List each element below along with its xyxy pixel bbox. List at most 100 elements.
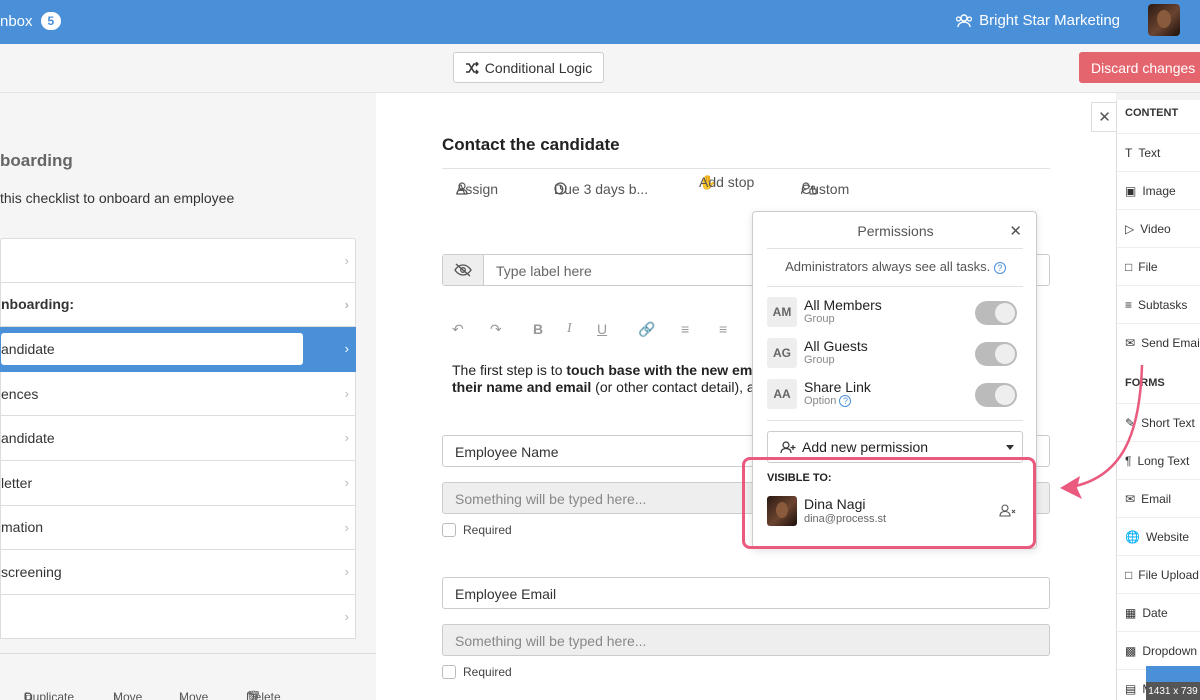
task-item-selected[interactable]: andidate › (0, 327, 356, 372)
chevron-right-icon: › (344, 253, 349, 268)
checkbox[interactable] (442, 523, 456, 537)
dimensions-overlay: 1431 x 739 (1146, 666, 1200, 700)
divider (767, 420, 1023, 421)
checklist-title: boarding (0, 151, 73, 170)
widget-label: Send Email (1141, 335, 1200, 350)
initials-avatar: AM (767, 297, 797, 327)
shuffle-icon (465, 61, 479, 74)
permission-row: AM All Members Group (767, 297, 1023, 329)
widget-date[interactable]: ▦ Date (1117, 593, 1200, 631)
task-item[interactable]: screening › (0, 550, 356, 595)
caret-down-icon (1006, 445, 1014, 450)
user-avatar[interactable] (1148, 4, 1180, 36)
task-item[interactable]: › (0, 594, 356, 640)
permission-row: AA Share Link Option ? (767, 379, 1023, 411)
checkbox[interactable] (442, 665, 456, 679)
image-icon: ▣ (1125, 183, 1137, 198)
widget-send-email[interactable]: ✉ Send Email (1117, 323, 1200, 361)
employee-email-label-field[interactable]: Employee Email (442, 577, 1050, 609)
widget-file-upload[interactable]: □ File Upload (1117, 555, 1200, 593)
widget-video[interactable]: ▷ Video (1117, 209, 1200, 247)
widget-file[interactable]: □ File (1117, 247, 1200, 285)
highlight-annotation (742, 457, 1036, 549)
desc-bold-text: touch base with the new emp (566, 362, 761, 378)
list-icon: ≡ (1125, 297, 1133, 312)
chevron-right-icon: › (344, 474, 349, 490)
underline-icon[interactable]: U (597, 321, 607, 337)
help-icon[interactable]: ? (993, 261, 1006, 274)
permission-toggle[interactable] (975, 383, 1017, 407)
widget-image[interactable]: ▣ Image (1117, 171, 1200, 209)
discard-changes-button[interactable]: Discard changes (1079, 52, 1200, 83)
task-name-input[interactable]: andidate (1, 333, 303, 366)
numbered-list-icon[interactable]: ≡ (719, 321, 727, 337)
checklist-panel: boarding this checklist to onboard an em… (0, 93, 376, 700)
task-item[interactable]: letter › (0, 460, 356, 506)
permission-row: AG All Guests Group (767, 338, 1023, 370)
permission-toggle[interactable] (975, 342, 1017, 366)
top-bar: nbox 5 Bright Star Marketing (0, 0, 1200, 44)
note-text: Administrators always see all tasks. (785, 259, 991, 274)
widget-label: File Upload (1138, 567, 1199, 582)
desc-text: The first step is to (452, 362, 567, 378)
close-icon[interactable]: ✕ (1009, 222, 1022, 240)
permission-toggle[interactable] (975, 301, 1017, 325)
redo-icon[interactable]: ↷ (490, 321, 502, 338)
task-description[interactable]: The first step is to touch base with the… (452, 362, 761, 396)
inbox-count-badge: 5 (40, 12, 62, 30)
widget-subtasks[interactable]: ≡ Subtasks (1117, 285, 1200, 323)
chevron-right-icon: › (344, 296, 349, 312)
task-label: ences (1, 385, 39, 402)
calendar-icon: ▦ (1125, 605, 1137, 620)
divider (442, 168, 1050, 169)
task-item[interactable]: mation › (0, 505, 356, 551)
italic-icon[interactable]: I (567, 321, 572, 337)
bold-icon[interactable]: B (533, 321, 543, 337)
label-placeholder: Type label here (496, 263, 592, 279)
widget-label: Video (1140, 221, 1171, 236)
custom-permissions-button[interactable]: Custom (801, 181, 849, 197)
task-label: letter (1, 474, 33, 491)
users-icon (956, 13, 973, 27)
undo-icon[interactable]: ↶ (452, 321, 464, 338)
widget-label: Text (1138, 145, 1161, 160)
chevron-right-icon: › (344, 519, 349, 535)
due-date-label: Due 3 days b... (554, 180, 649, 197)
task-item[interactable]: › (0, 238, 356, 283)
editor-toolbar: Conditional Logic Discard changes (0, 44, 1200, 93)
task-title[interactable]: Contact the candidate (442, 135, 620, 155)
move-up-label: Move (113, 690, 143, 700)
close-icon[interactable]: ✕ (1091, 102, 1117, 132)
required-label: Required (463, 523, 512, 537)
bullet-list-icon[interactable]: ≡ (681, 321, 689, 337)
eye-slash-icon[interactable] (443, 255, 484, 285)
company-switcher[interactable]: Bright Star Marketing (955, 12, 1120, 29)
conditional-logic-button[interactable]: Conditional Logic (453, 52, 604, 83)
task-label: mation (1, 519, 44, 536)
employee-email-placeholder-field[interactable]: Something will be typed here... (442, 624, 1050, 656)
due-date-button[interactable]: Due 3 days b... (554, 181, 648, 197)
delete-label: Delete (246, 690, 281, 700)
widget-website[interactable]: 🌐 Website (1117, 517, 1200, 555)
permission-type: Option ? (804, 395, 852, 408)
video-icon: ▷ (1125, 221, 1135, 236)
link-icon[interactable]: 🔗 (638, 321, 655, 338)
custom-label: Custom (801, 180, 850, 197)
widget-dropdown[interactable]: ▩ Dropdown (1117, 631, 1200, 669)
help-icon[interactable]: ? (839, 395, 852, 408)
divider (767, 248, 1023, 249)
required-checkbox[interactable]: Required (442, 665, 512, 679)
assign-button[interactable]: Assign (456, 181, 498, 197)
widget-label: Subtasks (1138, 297, 1188, 312)
task-item[interactable]: ences › (0, 371, 356, 417)
task-heading[interactable]: nboarding: › (0, 282, 356, 328)
permission-name: All Guests (804, 338, 868, 354)
task-label: screening (1, 563, 62, 580)
required-checkbox[interactable]: Required (442, 523, 512, 537)
task-item[interactable]: andidate › (0, 416, 356, 461)
inbox-link[interactable]: nbox 5 (0, 12, 62, 30)
chevron-right-icon: › (344, 341, 349, 357)
chevron-right-icon: › (344, 385, 349, 401)
content-section-label: CONTENT (1125, 107, 1179, 119)
widget-text[interactable]: Τ Text (1117, 133, 1200, 171)
